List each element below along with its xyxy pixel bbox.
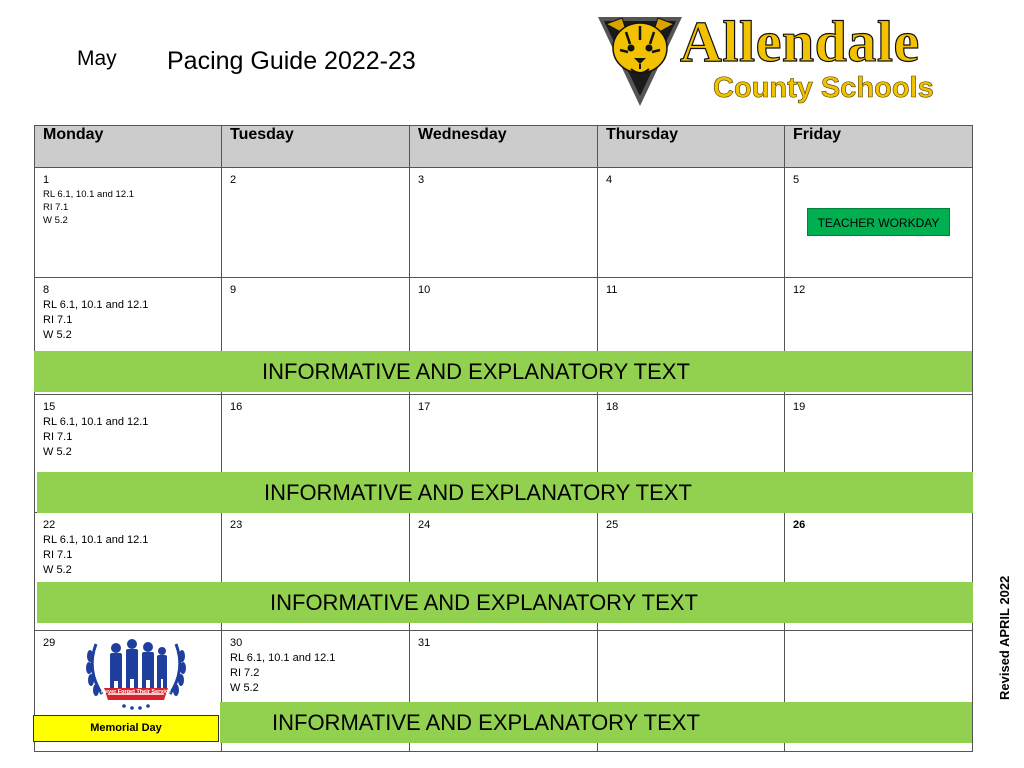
day-number: 4 <box>606 174 613 186</box>
standard-text: RL 6.1, 10.1 and 12.1 <box>43 299 149 311</box>
day-number: 2 <box>230 174 237 186</box>
day-number: 30 <box>230 637 243 649</box>
day-number: 24 <box>418 519 431 531</box>
day-number: 11 <box>606 284 618 296</box>
informative-text-banner: INFORMATIVE AND EXPLANATORY TEXT <box>37 582 973 623</box>
day-cell: 3 <box>409 167 598 278</box>
standard-text: RI 7.1 <box>43 314 73 326</box>
day-number: 12 <box>793 284 806 296</box>
weekday-header: Friday <box>784 125 973 168</box>
memorial-day-label: Memorial Day <box>33 715 219 742</box>
weekday-header: Monday <box>34 125 222 168</box>
standard-text: RL 6.1, 10.1 and 12.1 <box>43 534 149 546</box>
soldiers-memorial-icon: Never Forget Their Service <box>86 639 186 710</box>
day-number: 16 <box>230 401 243 413</box>
standard-text: W 5.2 <box>43 329 72 341</box>
day-number: 17 <box>418 401 431 413</box>
standard-text: RL 6.1, 10.1 and 12.1 <box>43 189 135 200</box>
day-number: 9 <box>230 284 237 296</box>
day-number: 8 <box>43 284 50 296</box>
day-number: 1 <box>43 174 50 186</box>
day-cell: 4 <box>597 167 785 278</box>
standard-text: RI 7.1 <box>43 202 69 213</box>
standard-text: RI 7.2 <box>230 667 260 679</box>
day-number: 15 <box>43 401 56 413</box>
informative-text-banner: INFORMATIVE AND EXPLANATORY TEXT <box>37 472 973 513</box>
day-number: 23 <box>230 519 243 531</box>
standard-text: W 5.2 <box>43 215 68 226</box>
day-number: 18 <box>606 401 619 413</box>
day-number: 10 <box>418 284 431 296</box>
day-number: 22 <box>43 519 56 531</box>
revised-date-note: Revised APRIL 2022 <box>997 575 1012 700</box>
standard-text: RL 6.1, 10.1 and 12.1 <box>43 416 149 428</box>
tiger-shield-icon <box>598 17 682 106</box>
weekday-header: Thursday <box>597 125 785 168</box>
day-number: 25 <box>606 519 619 531</box>
informative-text-banner: INFORMATIVE AND EXPLANATORY TEXT <box>220 702 972 743</box>
logo-subtitle: County Schools <box>713 72 934 105</box>
day-cell: 1 RL 6.1, 10.1 and 12.1 RI 7.1 W 5.2 <box>34 167 222 278</box>
standard-text: W 5.2 <box>43 446 72 458</box>
day-number: 5 <box>793 174 800 186</box>
page-title: Pacing Guide 2022-23 <box>167 47 416 75</box>
day-number: 26 <box>793 519 806 531</box>
banner-label: INFORMATIVE AND EXPLANATORY TEXT <box>270 590 698 615</box>
logo-wordmark: Allendale <box>679 8 920 74</box>
month-label: May <box>77 47 117 70</box>
banner-label: INFORMATIVE AND EXPLANATORY TEXT <box>264 480 692 505</box>
banner-label: INFORMATIVE AND EXPLANATORY TEXT <box>262 359 690 384</box>
day-cell: 2 <box>221 167 410 278</box>
svg-text:Never Forget Their Service: Never Forget Their Service <box>101 689 171 695</box>
teacher-workday-label: TEACHER WORKDAY <box>807 208 950 236</box>
weekday-header: Wednesday <box>409 125 598 168</box>
weekday-header: Tuesday <box>221 125 410 168</box>
standard-text: RI 7.1 <box>43 549 73 561</box>
standard-text: RL 6.1, 10.1 and 12.1 <box>230 652 336 664</box>
banner-label: INFORMATIVE AND EXPLANATORY TEXT <box>272 710 700 735</box>
day-number: 31 <box>418 637 431 649</box>
day-number: 19 <box>793 401 806 413</box>
day-number: 3 <box>418 174 425 186</box>
school-logo: Allendale County Schools <box>596 8 956 110</box>
standard-text: W 5.2 <box>43 564 72 576</box>
weekday-header-row: Monday Tuesday Wednesday Thursday Friday <box>34 125 973 168</box>
informative-text-banner: INFORMATIVE AND EXPLANATORY TEXT <box>34 351 972 392</box>
standard-text: W 5.2 <box>230 682 259 694</box>
standard-text: RI 7.1 <box>43 431 73 443</box>
